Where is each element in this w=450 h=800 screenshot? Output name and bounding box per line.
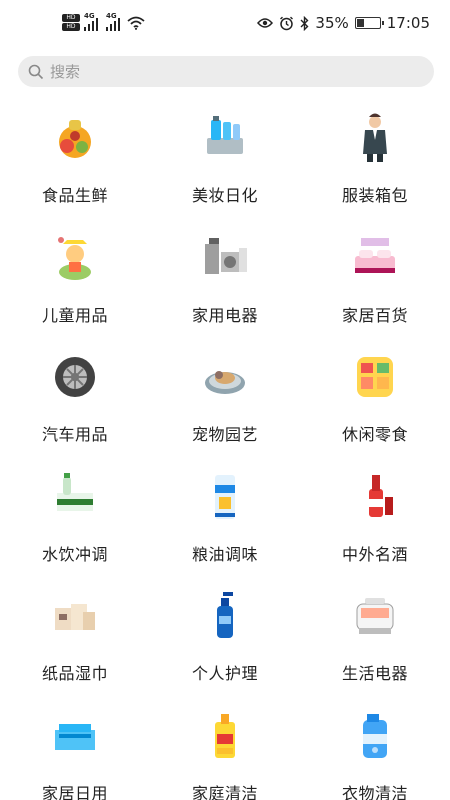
pet-garden-icon	[195, 347, 255, 407]
battery-percent: 35%	[315, 14, 349, 32]
network-type-1: 4G	[84, 12, 95, 20]
cosmetics-icon	[195, 108, 255, 168]
alarm-icon	[280, 16, 294, 30]
category-label: 儿童用品	[41, 305, 108, 325]
search-icon	[28, 64, 44, 79]
category-label: 休闲零食	[341, 425, 408, 444]
category-label: 家用电器	[191, 305, 258, 325]
signal-icon-1: 4G	[84, 12, 98, 31]
category-item[interactable]: 家居日用	[0, 700, 150, 800]
food-fresh-icon	[45, 108, 105, 168]
network-type-2: 4G	[106, 12, 117, 20]
category-item[interactable]: 家庭清洁	[150, 700, 300, 800]
kids-icon	[45, 228, 105, 288]
status-bar: HD HD 4G 4G 35% 17:05	[0, 0, 450, 56]
car-tire-icon	[45, 347, 105, 407]
category-item[interactable]: 宠物园艺	[150, 341, 300, 461]
grain-oil-icon	[195, 467, 255, 527]
wifi-icon	[127, 16, 145, 30]
clock: 17:05	[386, 14, 430, 32]
hd-badge-2: HD	[62, 23, 80, 31]
category-item[interactable]: 粮油调味	[150, 461, 300, 581]
category-label: 个人护理	[191, 664, 258, 683]
personal-care-icon	[195, 586, 255, 646]
drinks-icon	[45, 467, 105, 527]
laundry-icon	[345, 706, 405, 766]
category-label: 服装箱包	[341, 186, 408, 205]
home-goods-icon	[345, 228, 405, 288]
small-appliance-icon	[345, 586, 405, 646]
category-label: 水饮冲调	[41, 544, 108, 564]
snacks-icon	[345, 347, 405, 407]
category-item[interactable]: 服装箱包	[300, 102, 450, 222]
category-grid: 食品生鲜 美妆日化 服装箱包儿童用品 家用电器 家居百货汽车用品 宠物园艺 休闲零食水饮冲调…	[0, 102, 450, 800]
search-bar[interactable]	[18, 56, 434, 87]
category-label: 纸品湿巾	[41, 664, 108, 683]
household-storage-icon	[45, 706, 105, 766]
category-item[interactable]: 纸品湿巾	[0, 580, 150, 700]
category-label: 家居百货	[341, 305, 408, 325]
category-item[interactable]: 儿童用品	[0, 222, 150, 342]
hd-badge-1: HD	[62, 14, 80, 22]
category-label: 食品生鲜	[41, 186, 108, 205]
clothing-icon	[345, 108, 405, 168]
category-label: 衣物清洁	[341, 783, 408, 800]
signal-icon-2: 4G	[106, 12, 120, 31]
category-item[interactable]: 水饮冲调	[0, 461, 150, 581]
category-item[interactable]: 衣物清洁	[300, 700, 450, 800]
category-item[interactable]: 中外名酒	[300, 461, 450, 581]
paper-tissue-icon	[45, 586, 105, 646]
hd-indicator: HD HD	[62, 14, 80, 31]
category-label: 美妆日化	[191, 186, 258, 205]
category-label: 宠物园艺	[191, 425, 258, 444]
battery-level	[356, 19, 365, 27]
status-bar-right: 35% 17:05	[257, 14, 430, 32]
status-bar-left: HD HD 4G 4G	[62, 12, 145, 31]
cleaning-icon	[195, 706, 255, 766]
eye-icon	[257, 18, 274, 28]
liquor-icon	[345, 467, 405, 527]
category-item[interactable]: 生活电器	[300, 580, 450, 700]
category-label: 家庭清洁	[191, 783, 258, 800]
category-label: 家居日用	[41, 783, 108, 800]
category-item[interactable]: 美妆日化	[150, 102, 300, 222]
battery-icon	[354, 17, 384, 29]
search-input[interactable]	[50, 62, 410, 81]
category-item[interactable]: 家用电器	[150, 222, 300, 342]
category-item[interactable]: 个人护理	[150, 580, 300, 700]
category-label: 中外名酒	[341, 544, 408, 564]
category-item[interactable]: 家居百货	[300, 222, 450, 342]
category-label: 汽车用品	[41, 425, 108, 444]
category-item[interactable]: 汽车用品	[0, 341, 150, 461]
category-label: 粮油调味	[191, 544, 258, 564]
category-item[interactable]: 休闲零食	[300, 341, 450, 461]
home-appliance-icon	[195, 228, 255, 288]
bluetooth-icon	[300, 15, 309, 31]
category-item[interactable]: 食品生鲜	[0, 102, 150, 222]
category-label: 生活电器	[341, 664, 408, 683]
